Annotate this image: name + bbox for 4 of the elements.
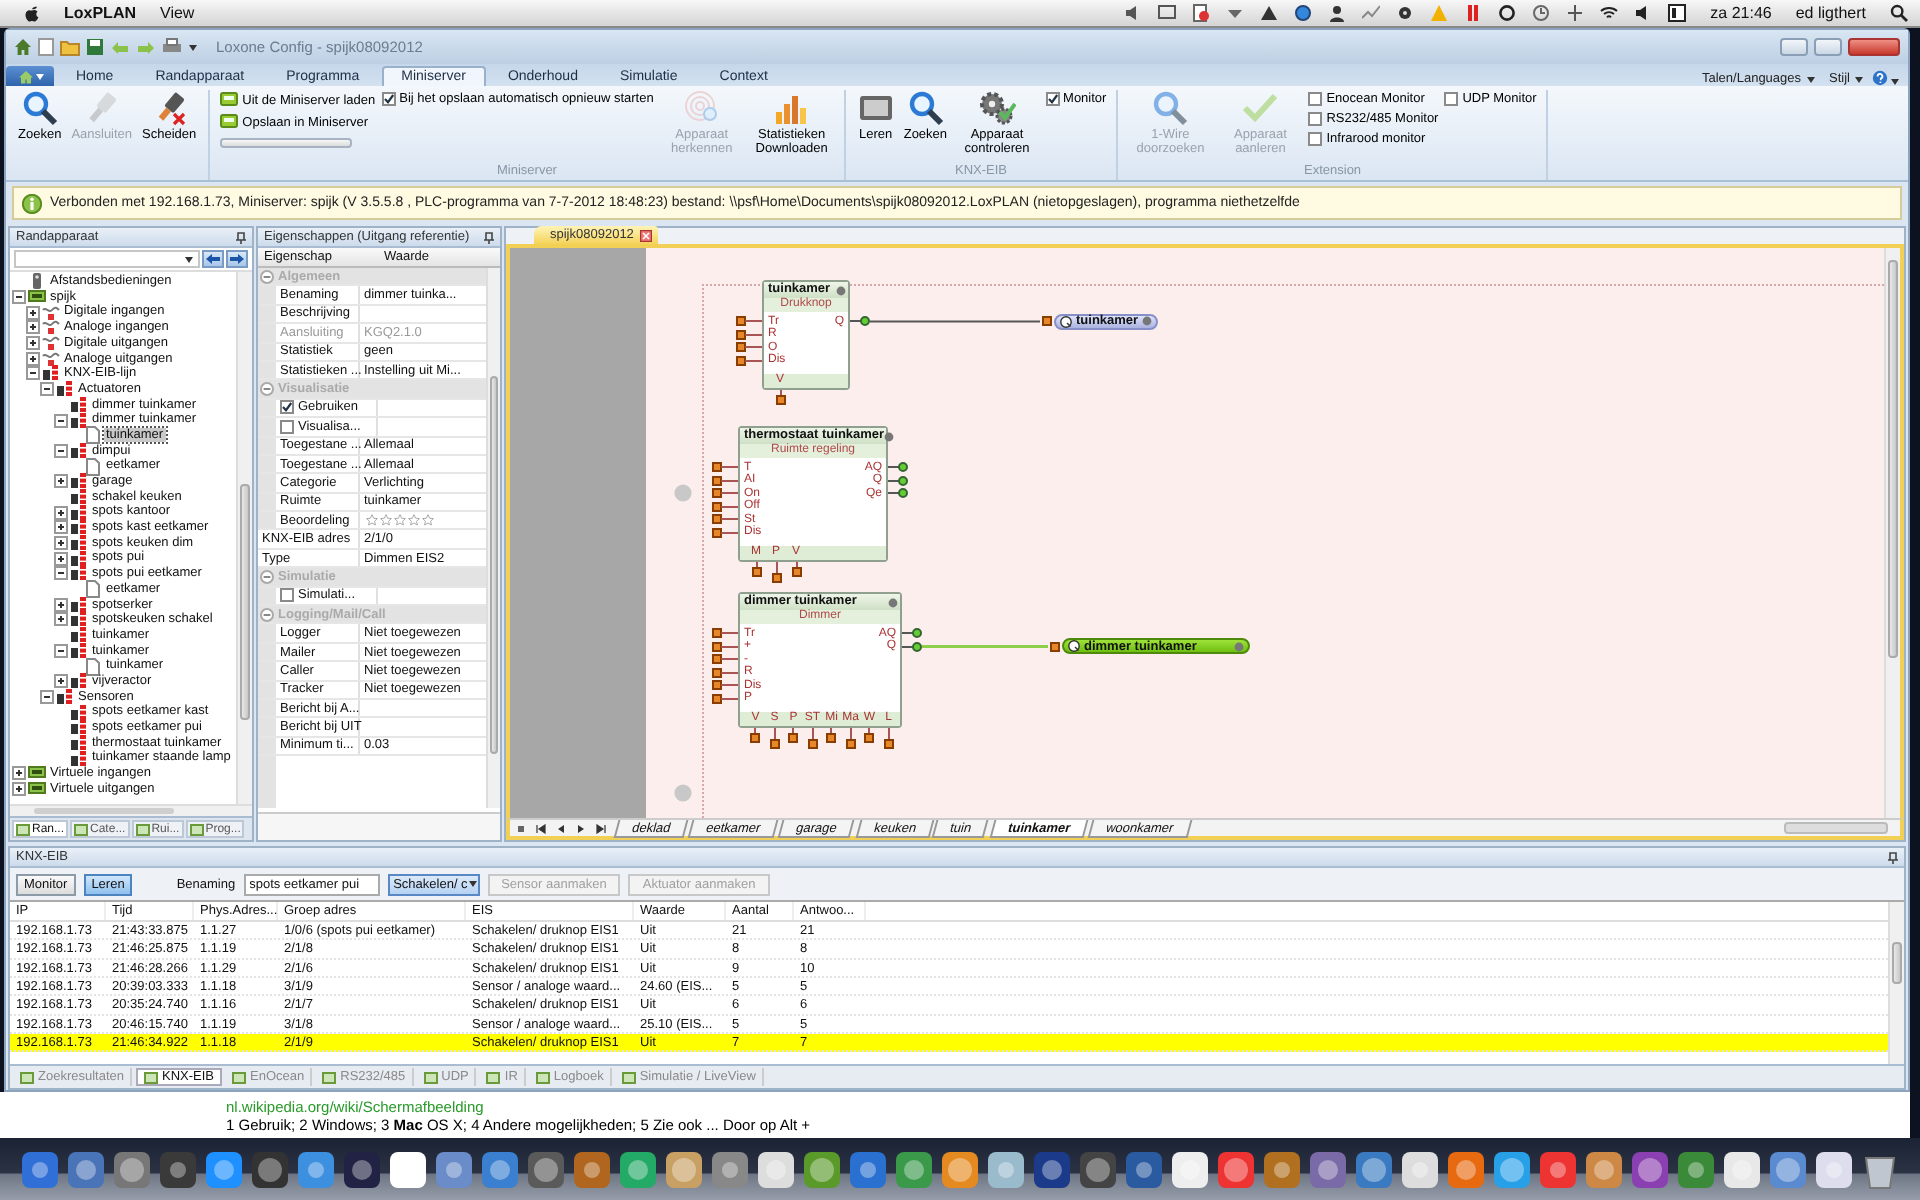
app-name[interactable]: LoxPLAN [64,4,136,22]
user-name[interactable]: ed ligthert [1795,4,1866,22]
menu-item[interactable]: View [160,4,195,22]
clock: za 21:46 [1710,4,1772,22]
